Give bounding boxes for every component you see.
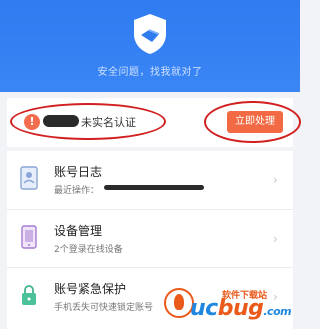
- chevron-right-icon: ›: [273, 232, 278, 246]
- chevron-right-icon: ›: [273, 173, 278, 187]
- warning-icon: !: [24, 114, 40, 130]
- chevron-right-icon: ›: [273, 290, 278, 304]
- list-item-emergency-protection[interactable]: 账号紧急保护 手机丢失可快速锁定账号 ›: [7, 267, 293, 326]
- user-card-icon: [20, 166, 38, 190]
- lock-icon: [22, 285, 36, 305]
- item-subtitle: 手机丢失可快速锁定账号: [54, 303, 154, 313]
- shield-logo-icon: [134, 14, 166, 54]
- alert-card: ! 未实名认证 立即处理: [7, 98, 301, 147]
- list-item-account-log[interactable]: 账号日志 最近操作： ›: [7, 151, 293, 209]
- item-subtitle: 2个登录在线设备: [54, 245, 123, 255]
- item-title: 设备管理: [54, 224, 103, 238]
- settings-list: 账号日志 最近操作： › 设备管理 2个登录在线设备 › 账号紧急保护 手机丢失…: [7, 151, 293, 329]
- device-icon: [21, 225, 37, 249]
- header-slogan: 安全问题，找我就对了: [97, 67, 203, 78]
- header-banner: 安全问题，找我就对了: [0, 0, 300, 92]
- fix-now-button[interactable]: 立即处理: [227, 111, 283, 133]
- redacted-name: [43, 115, 79, 127]
- item-title: 账号紧急保护: [54, 282, 127, 296]
- list-item-device-management[interactable]: 设备管理 2个登录在线设备 ›: [7, 209, 293, 268]
- item-title: 账号日志: [54, 165, 103, 179]
- alert-text: 未实名认证: [81, 116, 136, 129]
- redacted-operation: [104, 185, 204, 190]
- item-subtitle: 最近操作：: [54, 186, 100, 196]
